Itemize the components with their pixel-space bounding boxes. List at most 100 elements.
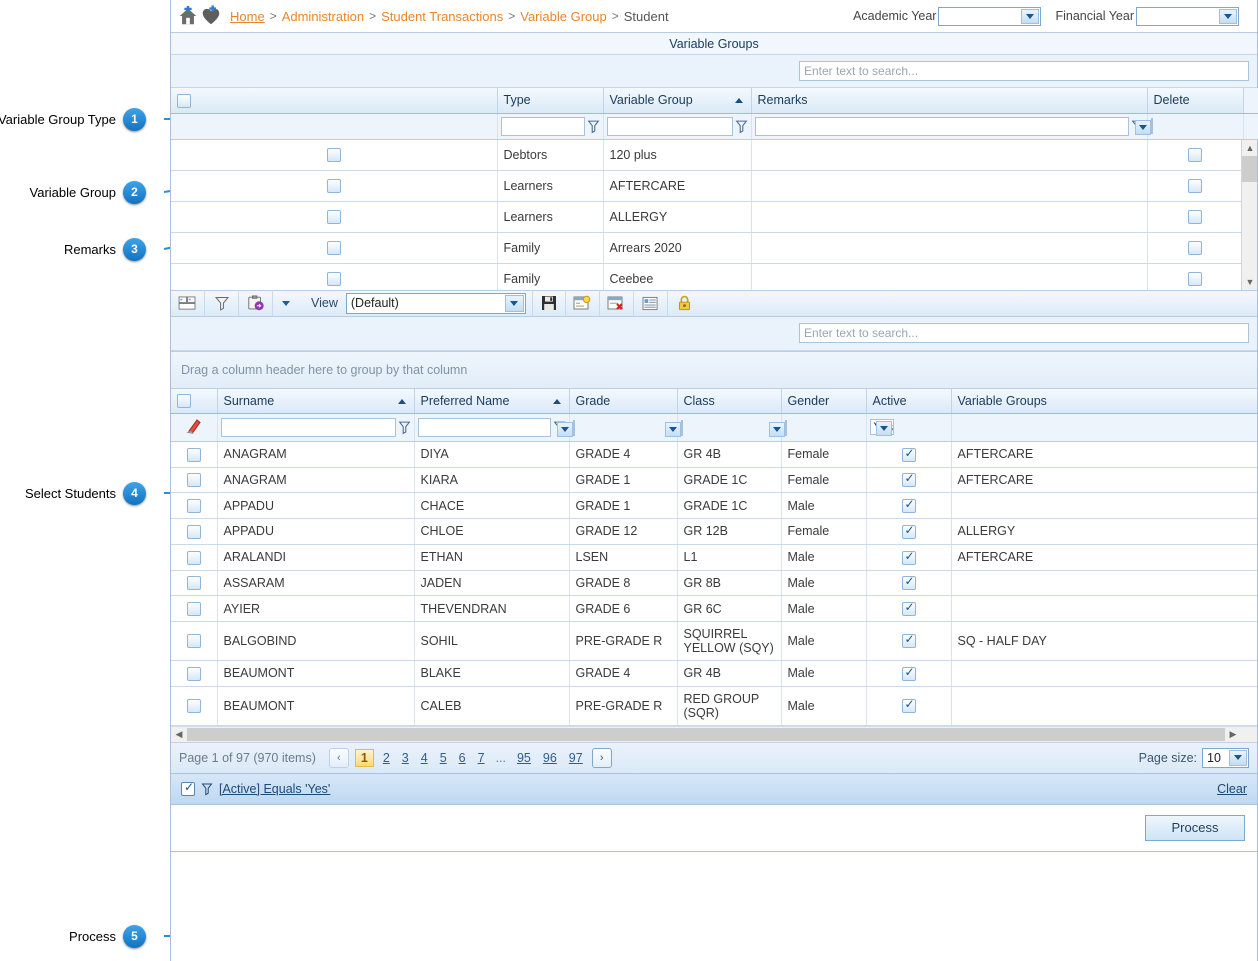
cell-delete[interactable] xyxy=(1147,170,1244,202)
variable-groups-select-all-header[interactable] xyxy=(171,88,498,114)
active-checkbox[interactable] xyxy=(901,600,916,616)
cell-delete[interactable] xyxy=(1147,263,1244,290)
students-search-input[interactable] xyxy=(799,323,1249,343)
row-select-cell[interactable] xyxy=(171,263,498,290)
filter-cell-delete[interactable] xyxy=(1134,113,1244,140)
row-checkbox[interactable] xyxy=(186,666,201,681)
filter-enabled-checkbox[interactable] xyxy=(181,780,195,796)
chevron-down-icon[interactable] xyxy=(1229,749,1247,766)
pager-page-97[interactable]: 97 xyxy=(569,751,583,765)
row-select-cell[interactable] xyxy=(171,170,498,202)
filter-select-active[interactable]: Yes xyxy=(869,419,895,436)
filter-cell-surname[interactable] xyxy=(217,413,415,442)
active-checkbox[interactable] xyxy=(901,632,916,649)
row-checkbox[interactable] xyxy=(186,698,201,713)
pager-next-button[interactable]: › xyxy=(591,747,612,768)
table-row[interactable]: Learners AFTERCARE xyxy=(171,170,1257,202)
export-icon-button[interactable] xyxy=(239,290,273,316)
column-header-class[interactable]: Class xyxy=(677,388,782,414)
chevron-down-icon[interactable] xyxy=(556,421,573,437)
delete-checkbox[interactable] xyxy=(1188,272,1202,287)
row-select-cell[interactable] xyxy=(171,139,498,171)
row-checkbox[interactable] xyxy=(326,179,341,194)
lock-button[interactable] xyxy=(668,290,702,316)
pager-page-95[interactable]: 95 xyxy=(517,751,531,765)
delete-checkbox[interactable] xyxy=(1188,148,1202,163)
column-header-variable-group[interactable]: Variable Group xyxy=(603,88,752,114)
filter-cell-active[interactable]: Yes xyxy=(866,413,952,442)
view-select[interactable]: (Default) xyxy=(345,292,526,314)
clear-filter-eraser-icon[interactable] xyxy=(185,417,203,435)
table-row[interactable]: AYIER THEVENDRAN GRADE 6 GR 6C Male xyxy=(171,595,1257,622)
delete-checkbox[interactable] xyxy=(1188,179,1202,194)
column-header-active[interactable]: Active xyxy=(866,388,952,414)
filter-funnel-icon[interactable] xyxy=(587,119,600,134)
table-row[interactable]: BEAUMONT CALEB PRE-GRADE R RED GROUP (SQR) M… xyxy=(171,686,1257,726)
save-view-button[interactable] xyxy=(531,290,566,316)
pager-page-1[interactable]: 1 xyxy=(354,748,374,767)
breadcrumb-item-home[interactable]: Home xyxy=(230,9,265,24)
filter-input-surname[interactable] xyxy=(220,418,396,437)
pager-page-5[interactable]: 5 xyxy=(440,751,447,765)
table-row[interactable]: Family Ceebee xyxy=(171,263,1257,290)
cell-active[interactable] xyxy=(866,595,952,622)
chevron-down-icon[interactable] xyxy=(664,421,681,437)
active-checkbox[interactable] xyxy=(901,697,916,713)
row-select-cell[interactable] xyxy=(171,492,218,520)
scroll-down-icon[interactable]: ▼ xyxy=(1242,273,1257,290)
row-select-cell[interactable] xyxy=(171,467,218,494)
cell-delete[interactable] xyxy=(1147,232,1244,264)
active-checkbox[interactable] xyxy=(901,574,916,591)
filter-select-delete[interactable] xyxy=(1134,118,1153,135)
process-button[interactable]: Process xyxy=(1145,814,1245,841)
table-row[interactable]: ANAGRAMDIYAGRADE 4GR 4BFemale AFTERCARE xyxy=(171,441,1257,468)
filter-cell-preferred-name[interactable] xyxy=(414,413,570,442)
row-select-cell[interactable] xyxy=(171,595,218,622)
scroll-up-icon[interactable]: ▲ xyxy=(1242,139,1257,156)
filter-input-remarks[interactable] xyxy=(754,116,1129,136)
column-header-gender[interactable]: Gender xyxy=(781,388,867,414)
pager-page-7[interactable]: 7 xyxy=(478,751,485,765)
row-checkbox[interactable] xyxy=(186,601,201,616)
table-row[interactable]: Debtors 120 plus xyxy=(171,139,1257,171)
filter-select-class[interactable] xyxy=(664,419,683,437)
group-by-panel[interactable]: Drag a column header here to group by th… xyxy=(171,350,1257,389)
pager-page-4[interactable]: 4 xyxy=(421,751,428,765)
active-checkbox[interactable] xyxy=(901,523,916,539)
row-select-cell[interactable] xyxy=(171,232,498,264)
scroll-right-icon[interactable]: ▶ xyxy=(1225,729,1241,740)
table-row[interactable]: APPADU CHACE GRADE 1 GRADE 1C Male xyxy=(171,492,1257,520)
filter-cell-gender[interactable] xyxy=(768,413,867,442)
column-header-remarks[interactable]: Remarks xyxy=(751,88,1148,114)
filter-summary-text[interactable]: [Active] Equals 'Yes' xyxy=(219,782,330,796)
pager-prev-button[interactable]: ‹ xyxy=(328,747,349,768)
row-select-cell[interactable] xyxy=(171,544,218,571)
variable-groups-vertical-scrollbar[interactable]: ▲ ▼ xyxy=(1241,139,1257,290)
columns-button[interactable] xyxy=(634,290,668,316)
row-select-cell[interactable] xyxy=(171,660,218,687)
filter-select-gender[interactable] xyxy=(768,419,787,437)
row-checkbox[interactable] xyxy=(186,447,201,462)
row-select-cell[interactable] xyxy=(171,441,218,468)
cell-delete[interactable] xyxy=(1147,201,1244,233)
filter-cell-type[interactable] xyxy=(497,113,604,140)
clear-filter-cell[interactable] xyxy=(171,413,218,442)
pager-page-2[interactable]: 2 xyxy=(383,751,390,765)
column-header-surname[interactable]: Surname xyxy=(217,388,415,414)
select-all-checkbox[interactable] xyxy=(177,394,191,409)
column-header-grade[interactable]: Grade xyxy=(569,388,678,414)
favourite-heart-icon[interactable] xyxy=(200,5,222,27)
table-row[interactable]: BEAUMONT BLAKE GRADE 4 GR 4B Male xyxy=(171,660,1257,687)
row-checkbox[interactable] xyxy=(186,473,201,488)
students-select-all-header[interactable] xyxy=(171,388,218,414)
cell-active[interactable] xyxy=(866,686,952,726)
active-checkbox[interactable] xyxy=(901,446,916,462)
scroll-left-icon[interactable]: ◀ xyxy=(171,729,187,740)
table-row[interactable]: ARALANDIETHANLSENL1Male AFTERCARE xyxy=(171,544,1257,571)
chevron-down-icon[interactable] xyxy=(1134,120,1151,135)
delete-checkbox[interactable] xyxy=(1188,210,1202,225)
cell-active[interactable] xyxy=(866,467,952,494)
students-horizontal-scrollbar[interactable]: ◀ ▶ xyxy=(171,725,1257,742)
filter-cell-class[interactable] xyxy=(664,413,782,442)
cell-active[interactable] xyxy=(866,518,952,545)
